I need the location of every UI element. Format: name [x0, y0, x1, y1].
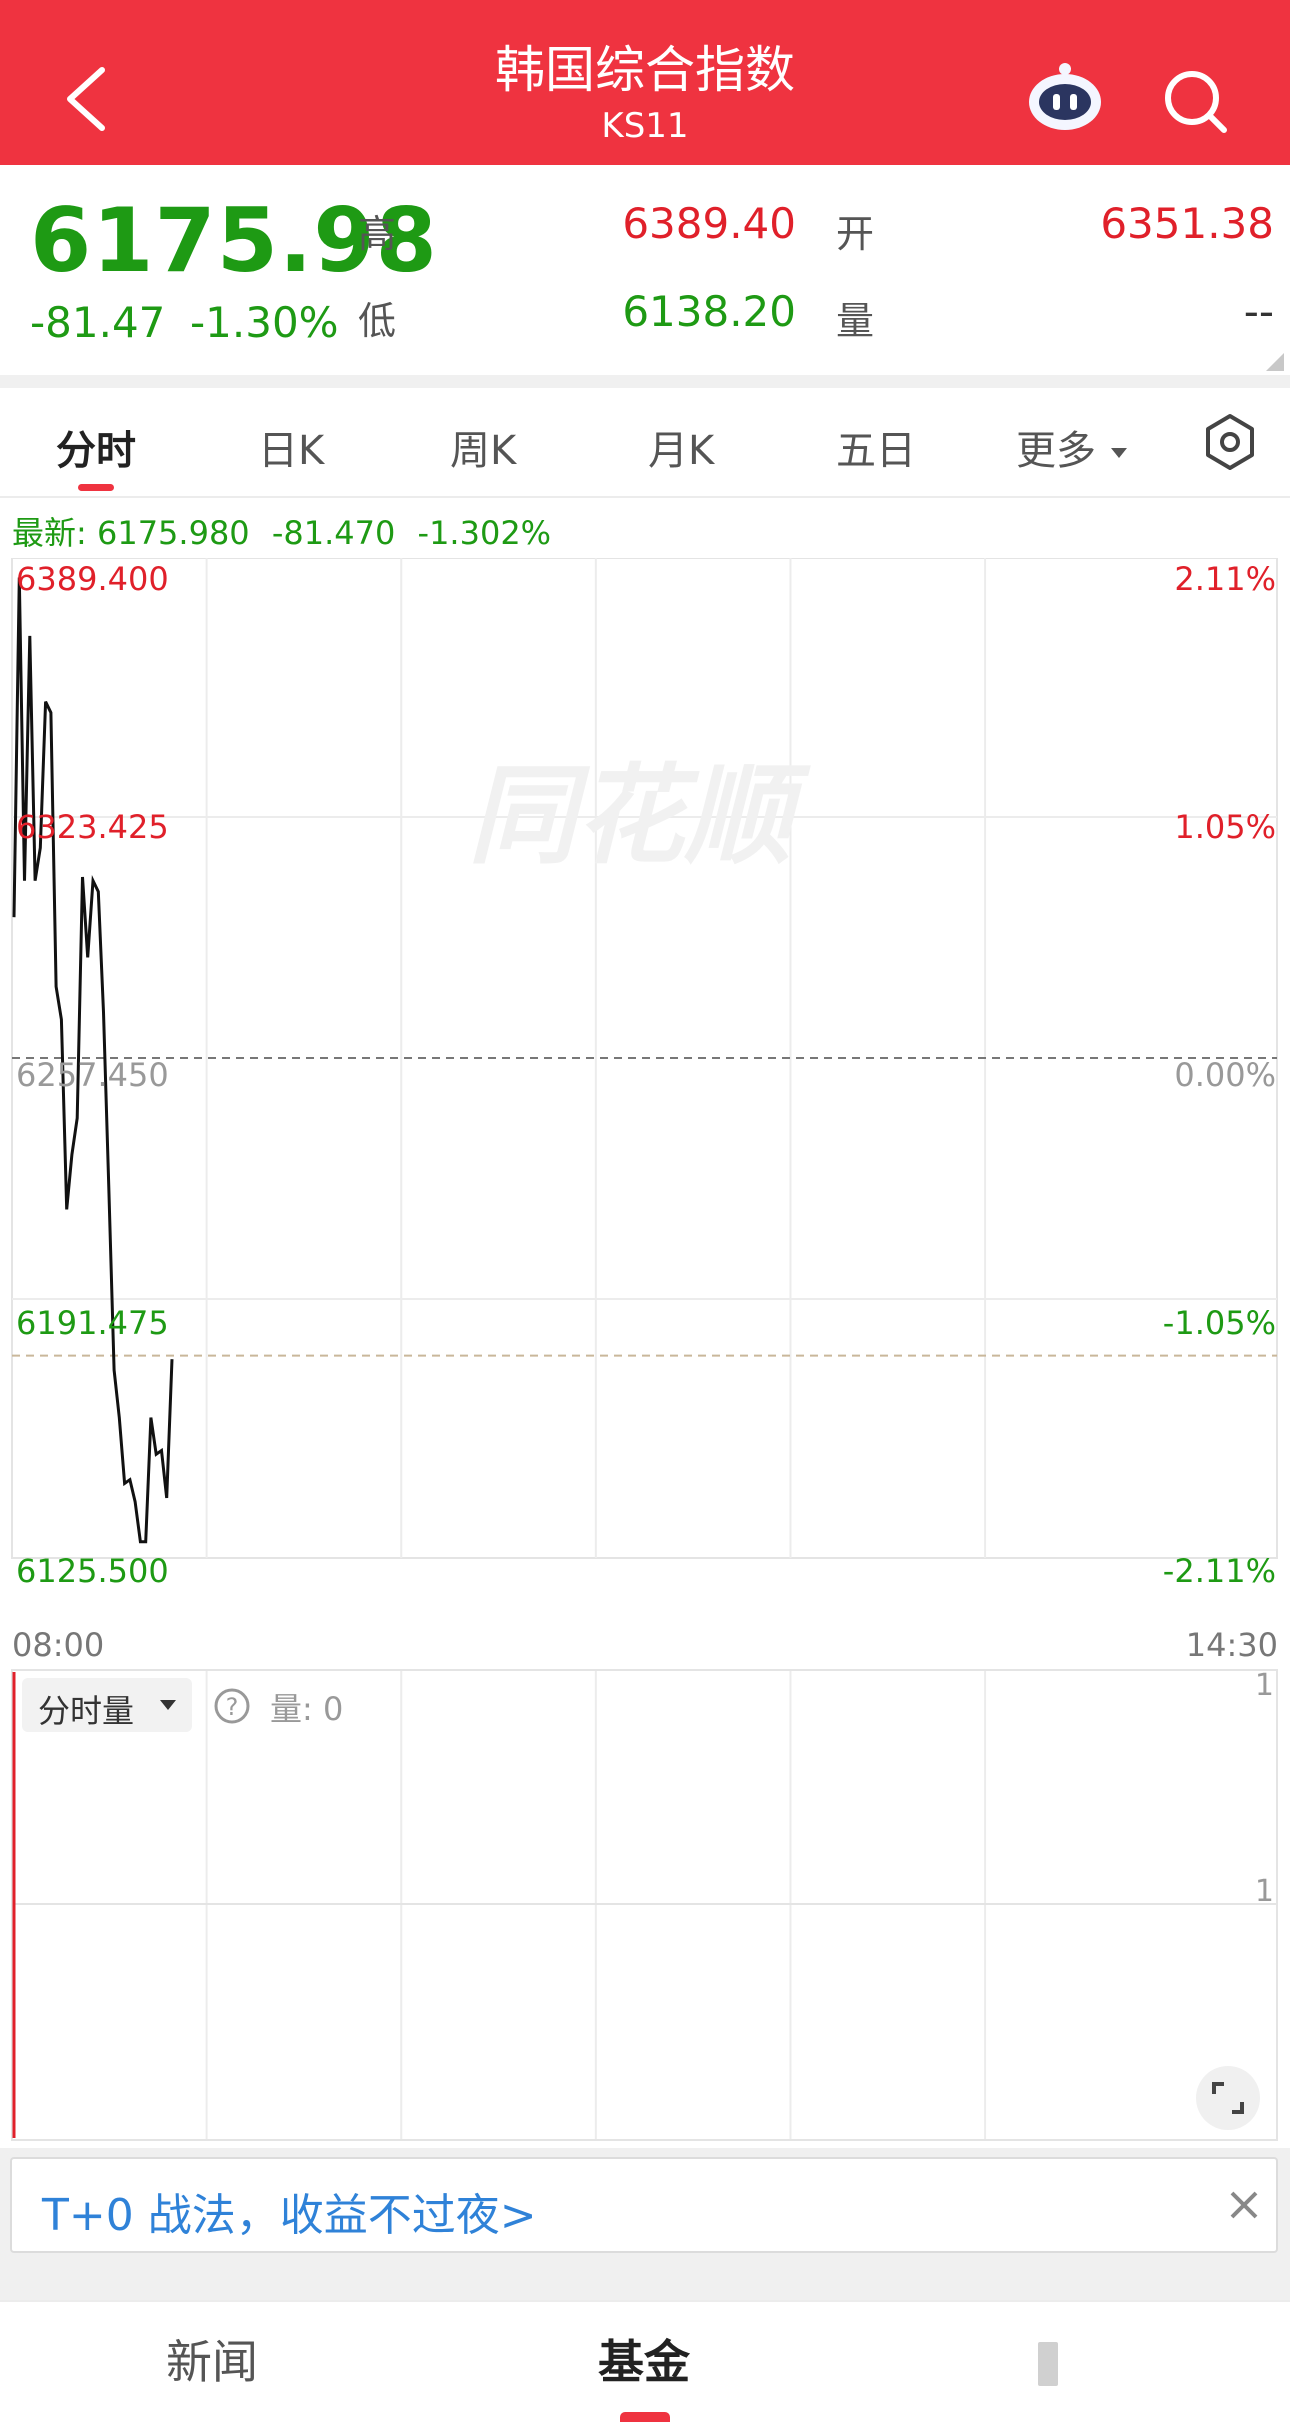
- pct-tick-label: 2.11%: [1174, 560, 1276, 598]
- volume-readout-value: 0: [322, 1690, 344, 1728]
- latest-label: 最新:: [12, 514, 87, 552]
- high-label: 高: [358, 212, 397, 256]
- y-tick-label: 6389.400: [16, 560, 169, 598]
- expand-icon: [1212, 2082, 1244, 2114]
- volume-chart[interactable]: [0, 1668, 1290, 2148]
- tab-timeshare[interactable]: 分时: [56, 418, 136, 476]
- latest-row: 最新: 6175.980 -81.470 -1.302%: [12, 508, 551, 554]
- tab-more-label: 更多: [1016, 428, 1096, 474]
- period-tabs: 分时 日K 周K 月K 五日 更多: [0, 388, 1290, 498]
- bottom-tab-bar: 新闻 基金: [0, 2300, 1290, 2422]
- tab-partial[interactable]: [1038, 2342, 1058, 2386]
- svg-text:?: ?: [226, 1693, 239, 1721]
- expand-button[interactable]: [1196, 2066, 1260, 2130]
- close-icon[interactable]: [1226, 2187, 1262, 2223]
- app-header: 韩国综合指数 KS11: [0, 0, 1290, 165]
- x-tick-label: 14:30: [1185, 1626, 1278, 1664]
- volume-readout-label: 量:: [270, 1690, 313, 1728]
- low-label: 低: [358, 299, 397, 343]
- tab-fund[interactable]: 基金: [598, 2326, 690, 2392]
- y-tick-label: 6125.500: [16, 1552, 169, 1590]
- active-tab-indicator: [78, 484, 114, 491]
- tab-news[interactable]: 新闻: [166, 2326, 258, 2392]
- price-chart[interactable]: 同花顺: [0, 558, 1290, 1598]
- price-change-pct: -1.30%: [190, 298, 339, 347]
- latest-value: 6175.980: [96, 514, 250, 552]
- high-value: 6389.40: [622, 199, 796, 248]
- volume-value: --: [1243, 287, 1274, 336]
- watermark: 同花顺: [468, 754, 811, 879]
- pct-tick-label: 1.05%: [1174, 808, 1276, 846]
- latest-pct: -1.302%: [417, 514, 552, 552]
- x-tick-label: 08:00: [12, 1626, 105, 1664]
- promo-banner[interactable]: T+0 战法，收益不过夜>: [10, 2157, 1278, 2253]
- caret-down-icon: [160, 1700, 176, 1710]
- y-tick-label: 6323.425: [16, 808, 169, 846]
- tab-month-k[interactable]: 月K: [648, 418, 714, 476]
- volume-label: 量: [836, 299, 875, 343]
- tab-five-day[interactable]: 五日: [836, 418, 916, 476]
- search-icon[interactable]: [1160, 66, 1232, 138]
- corner-mark-icon: [1266, 353, 1284, 371]
- tab-more[interactable]: 更多: [1016, 418, 1129, 476]
- caret-down-icon: [1110, 448, 1127, 458]
- volume-type-label: 分时量: [38, 1692, 135, 1730]
- low-value: 6138.20: [622, 287, 796, 336]
- pct-tick-label: -2.11%: [1162, 1552, 1276, 1590]
- price-change: -81.47: [30, 298, 166, 347]
- volume-readout: 量: 0: [270, 1684, 343, 1730]
- active-tab-indicator: [620, 2412, 670, 2422]
- quote-panel: 6175.98 -81.47 -1.30% 高 低 6389.40 6138.2…: [0, 165, 1290, 375]
- volume-type-selector[interactable]: 分时量: [22, 1678, 192, 1732]
- robot-icon[interactable]: [1025, 62, 1105, 134]
- open-value: 6351.38: [1100, 199, 1274, 248]
- promo-text[interactable]: T+0 战法，收益不过夜>: [42, 2179, 537, 2243]
- y-tick-label: 6191.475: [16, 1304, 169, 1342]
- chart-area: 最新: 6175.980 -81.470 -1.302% 同花顺 6389.40…: [0, 498, 1290, 2148]
- tab-week-k[interactable]: 周K: [450, 418, 516, 476]
- latest-change: -81.470: [271, 514, 396, 552]
- settings-icon[interactable]: [1200, 412, 1260, 472]
- tab-day-k[interactable]: 日K: [258, 418, 324, 476]
- question-icon[interactable]: ?: [212, 1686, 252, 1726]
- open-label: 开: [836, 212, 875, 256]
- volume-scale-mid: 1: [1254, 1874, 1274, 1909]
- pct-tick-label: 0.00%: [1174, 1056, 1276, 1094]
- y-tick-label: 6257.450: [16, 1056, 169, 1094]
- pct-tick-label: -1.05%: [1162, 1304, 1276, 1342]
- volume-scale-top: 1: [1254, 1668, 1274, 1703]
